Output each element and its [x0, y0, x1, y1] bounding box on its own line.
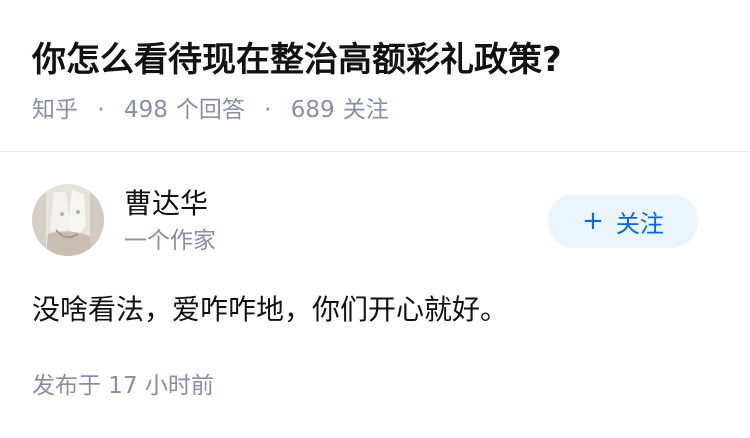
question-meta: 知乎 · 498 个回答 · 689 关注	[32, 92, 732, 128]
answer-timestamp: 发布于 17 小时前	[32, 373, 214, 399]
author-name[interactable]: 曹达华	[124, 184, 208, 224]
divider	[0, 151, 750, 152]
question-header: 你怎么看待现在整治高额彩礼政策? 知乎 · 498 个回答 · 689 关注	[32, 34, 732, 128]
answer-content[interactable]: 没啥看法，爱咋咋地，你们开心就好。	[32, 288, 508, 332]
answer-count-label: 个回答	[175, 97, 245, 123]
author-bio: 一个作家	[124, 228, 216, 254]
follow-button-label: 关注	[615, 209, 664, 238]
avatar-image	[32, 184, 104, 256]
author-row: 曹达华 一个作家 + 关注	[32, 182, 718, 262]
follower-count: 689	[290, 97, 335, 123]
meta-separator: ·	[264, 97, 272, 123]
plus-icon: +	[582, 206, 604, 236]
avatar[interactable]	[32, 184, 104, 256]
meta-separator: ·	[97, 97, 105, 123]
follower-count-label: 关注	[342, 97, 389, 123]
follow-button[interactable]: + 关注	[548, 194, 698, 248]
answer-count: 498	[123, 97, 168, 123]
question-title[interactable]: 你怎么看待现在整治高额彩礼政策?	[32, 34, 732, 86]
source-label[interactable]: 知乎	[32, 97, 78, 123]
